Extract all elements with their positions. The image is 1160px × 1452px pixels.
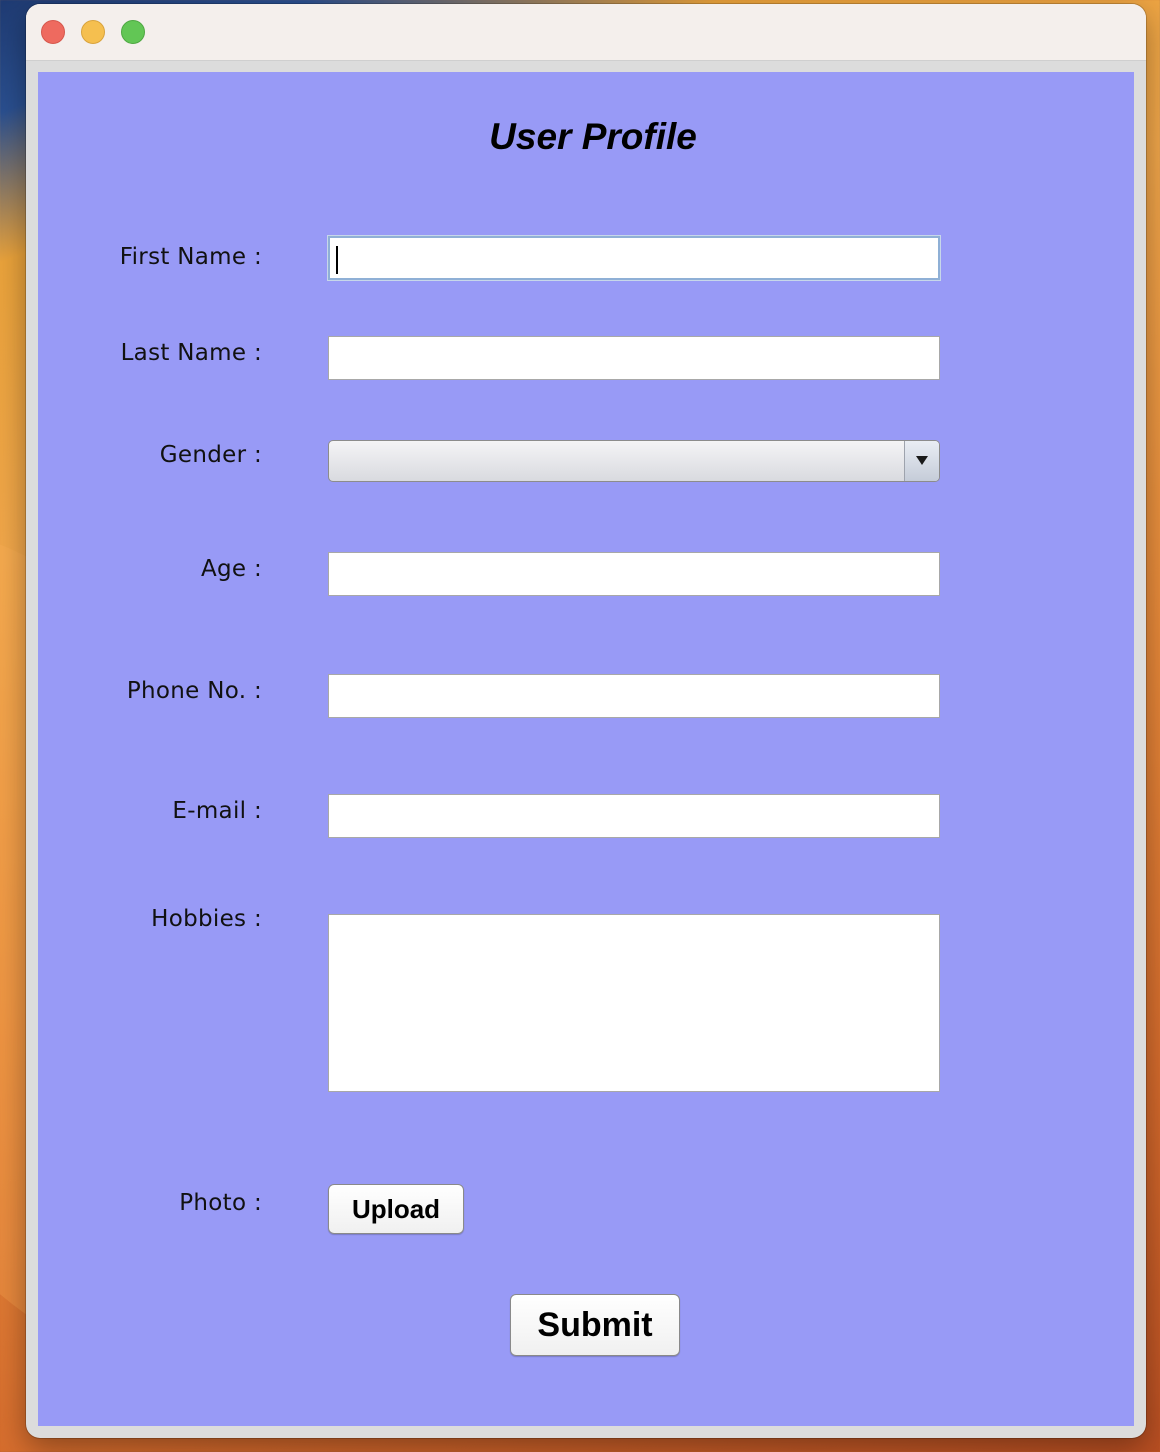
chevron-down-icon (916, 456, 928, 465)
dropdown-arrow-button[interactable] (904, 441, 939, 481)
submit-button[interactable]: Submit (510, 1294, 680, 1356)
page-title: User Profile (489, 116, 697, 157)
form-panel: User Profile First Name : Last Name : Ge… (38, 72, 1134, 1426)
gender-label: Gender : (159, 442, 262, 468)
window-titlebar[interactable] (26, 4, 1146, 61)
phone-label: Phone No. : (126, 678, 262, 704)
app-window: User Profile First Name : Last Name : Ge… (26, 4, 1146, 1438)
zoom-button[interactable] (121, 20, 145, 44)
phone-field[interactable] (328, 674, 940, 718)
first-name-field[interactable] (328, 236, 940, 280)
age-field[interactable] (328, 552, 940, 596)
first-name-label: First Name : (119, 244, 262, 270)
email-label: E-mail : (172, 798, 262, 824)
photo-label: Photo : (179, 1190, 262, 1216)
age-label: Age : (200, 556, 262, 582)
last-name-label: Last Name : (120, 340, 262, 366)
hobbies-label: Hobbies : (151, 906, 262, 932)
minimize-button[interactable] (81, 20, 105, 44)
upload-button[interactable]: Upload (328, 1184, 464, 1234)
text-caret (336, 246, 338, 274)
hobbies-textarea[interactable] (328, 914, 940, 1092)
email-field[interactable] (328, 794, 940, 838)
last-name-field[interactable] (328, 336, 940, 380)
gender-dropdown[interactable] (328, 440, 940, 482)
close-button[interactable] (41, 20, 65, 44)
